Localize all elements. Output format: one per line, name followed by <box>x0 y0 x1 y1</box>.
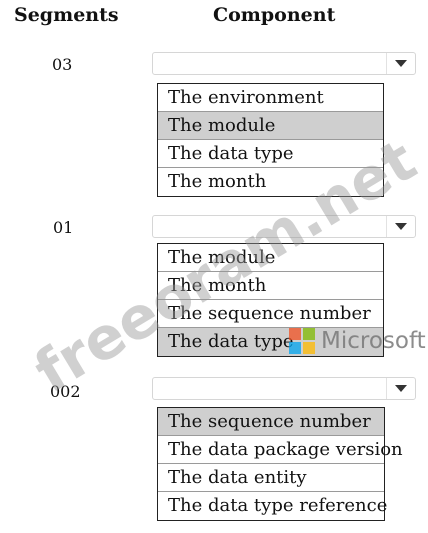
dropdown-option[interactable]: The data type <box>158 140 383 168</box>
dropdown-option-highlighted[interactable]: The data type <box>158 328 383 356</box>
dropdown-option[interactable]: The module <box>158 244 383 272</box>
chevron-down-icon[interactable] <box>386 216 415 237</box>
dropdown-options-01: The module The month The sequence number… <box>157 243 384 357</box>
chevron-down-icon[interactable] <box>386 53 415 74</box>
segment-label-03: 03 <box>52 55 73 74</box>
component-header: Component <box>213 4 336 26</box>
dropdown-option[interactable]: The data package version <box>158 436 403 464</box>
component-dropdown-002[interactable] <box>152 377 416 400</box>
segment-label-01: 01 <box>53 218 74 237</box>
component-dropdown-03[interactable] <box>152 52 416 75</box>
dropdown-option[interactable]: The sequence number <box>158 300 383 328</box>
segments-header: Segments <box>14 4 119 26</box>
dropdown-option[interactable]: The data entity <box>158 464 384 492</box>
chevron-down-icon[interactable] <box>386 378 415 399</box>
dropdown-option-highlighted[interactable]: The module <box>158 112 383 140</box>
segment-label-002: 002 <box>50 382 81 401</box>
component-dropdown-01[interactable] <box>152 215 416 238</box>
dropdown-option[interactable]: The data type reference <box>158 492 387 520</box>
dropdown-options-002: The sequence number The data package ver… <box>157 407 403 521</box>
dropdown-option[interactable]: The environment <box>158 84 383 112</box>
dropdown-option-highlighted[interactable]: The sequence number <box>158 408 384 436</box>
dropdown-options-03: The environment The module The data type… <box>157 83 384 197</box>
dropdown-option[interactable]: The month <box>158 168 383 196</box>
dropdown-option[interactable]: The month <box>158 272 383 300</box>
